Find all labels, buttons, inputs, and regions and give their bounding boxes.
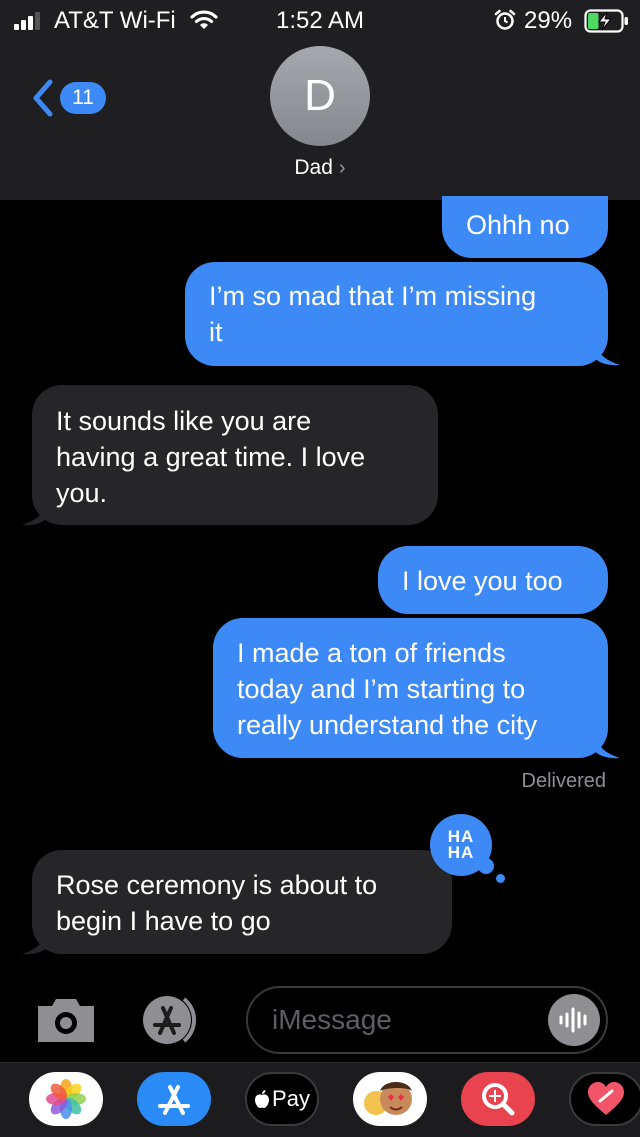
back-button[interactable]: 11	[30, 78, 106, 118]
digital-touch-icon[interactable]	[569, 1072, 640, 1126]
message-bubble-outgoing[interactable]: I made a ton of friends today and I’m st…	[213, 618, 608, 758]
delivered-status: Delivered	[521, 770, 606, 792]
alarm-icon	[494, 9, 516, 30]
memoji-stickers-icon[interactable]	[353, 1072, 427, 1126]
message-text: I love you too	[402, 566, 563, 596]
apple-pay-label: Pay	[272, 1086, 310, 1111]
web-images-search-icon[interactable]	[461, 1072, 535, 1126]
message-text: I’m so mad that I’m missing it	[209, 281, 537, 347]
waveform-icon	[559, 1007, 587, 1033]
message-text: Rose ceremony is about to begin I have t…	[56, 870, 378, 936]
bubble-tail	[594, 338, 620, 366]
contact-avatar[interactable]: D	[270, 46, 370, 146]
message-text: It sounds like you are having a great ti…	[56, 406, 366, 508]
unread-count-badge: 11	[60, 82, 106, 114]
audio-message-button[interactable]	[548, 994, 600, 1046]
app-store-icon[interactable]	[137, 1072, 211, 1126]
bubble-tail	[22, 498, 48, 526]
contact-name-button[interactable]: Dad ›	[0, 156, 640, 180]
camera-icon[interactable]	[34, 994, 98, 1044]
message-text: I made a ton of friends today and I’m st…	[237, 638, 538, 740]
tapback-dot	[478, 858, 494, 874]
battery-percentage: 29%	[524, 7, 573, 34]
bubble-tail	[22, 927, 48, 955]
bubble-tail	[594, 731, 620, 759]
message-input[interactable]: iMessage	[246, 986, 608, 1054]
photos-app-icon[interactable]	[29, 1072, 103, 1126]
chevron-right-icon: ›	[338, 157, 346, 179]
avatar-initial: D	[304, 71, 336, 120]
status-bar: AT&T Wi-Fi 1:52 AM 29%	[0, 0, 640, 40]
tapback-dot	[496, 874, 505, 883]
message-bubble-incoming[interactable]: Rose ceremony is about to begin I have t…	[32, 850, 452, 954]
battery-charging-icon	[584, 9, 628, 33]
message-bubble-outgoing[interactable]: I’m so mad that I’m missing it	[185, 262, 608, 366]
message-bubble-outgoing[interactable]: I love you too	[378, 546, 608, 614]
message-text: Ohhh no	[466, 210, 570, 240]
chevron-left-icon	[33, 79, 53, 117]
app-store-icon	[143, 996, 197, 1044]
message-input-placeholder: iMessage	[272, 1004, 392, 1035]
message-bubble-outgoing[interactable]: Ohhh no	[442, 196, 608, 258]
apple-pay-icon[interactable]: Pay	[245, 1072, 319, 1126]
contact-name: Dad	[294, 156, 333, 179]
app-store-button[interactable]	[140, 993, 210, 1047]
message-bubble-incoming[interactable]: It sounds like you are having a great ti…	[32, 385, 438, 525]
app-drawer: Pay	[0, 1062, 640, 1137]
